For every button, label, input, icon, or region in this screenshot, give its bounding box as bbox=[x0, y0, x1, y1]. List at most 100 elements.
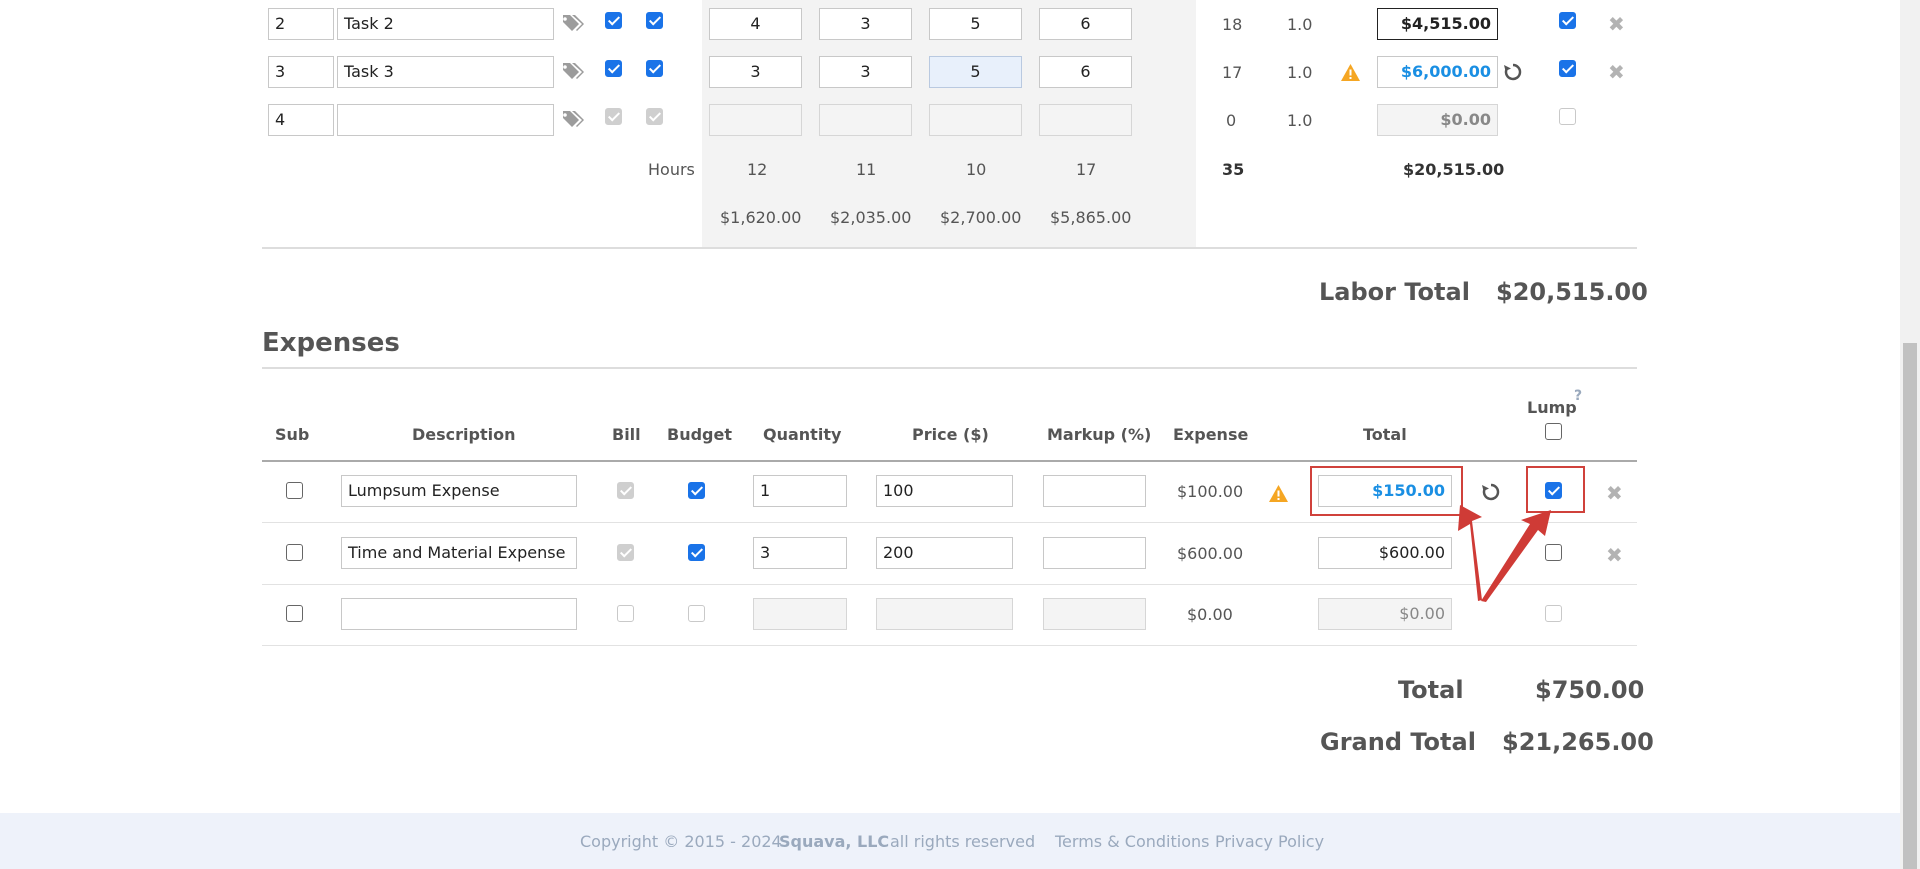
row-total-field[interactable]: $6,000.00 bbox=[1377, 56, 1498, 88]
help-icon[interactable]: ? bbox=[1574, 388, 1582, 404]
bill-checkbox bbox=[605, 108, 622, 125]
reset-icon[interactable] bbox=[1503, 62, 1523, 82]
footer-privacy-link[interactable]: Privacy Policy bbox=[1215, 832, 1324, 851]
hours-field[interactable]: 3 bbox=[819, 8, 912, 40]
labor-grand-total: $20,515.00 bbox=[1403, 160, 1505, 179]
task-number-field[interactable]: 2 bbox=[268, 8, 334, 40]
column-header-total: Total bbox=[1363, 425, 1407, 444]
scrollbar-thumb[interactable] bbox=[1903, 343, 1917, 869]
price-field[interactable] bbox=[876, 598, 1013, 630]
lump-all-checkbox[interactable] bbox=[1545, 423, 1562, 440]
expense-amount: $100.00 bbox=[1177, 482, 1244, 501]
hours-field[interactable] bbox=[929, 104, 1022, 136]
hours-field[interactable]: 3 bbox=[709, 56, 802, 88]
reset-icon[interactable] bbox=[1481, 482, 1501, 502]
row-hours: 0 bbox=[1226, 111, 1237, 130]
annotation-arrows bbox=[1458, 505, 1551, 602]
lump-checkbox[interactable] bbox=[1559, 60, 1576, 77]
expense-amount: $0.00 bbox=[1187, 605, 1233, 624]
bill-checkbox bbox=[617, 544, 634, 561]
bill-checkbox bbox=[617, 482, 634, 499]
footer-terms-link[interactable]: Terms & Conditions bbox=[1055, 832, 1209, 851]
hours-field[interactable] bbox=[709, 104, 802, 136]
bill-checkbox bbox=[617, 605, 634, 622]
hours-field[interactable] bbox=[1039, 104, 1132, 136]
row-total-field[interactable]: $0.00 bbox=[1377, 104, 1498, 136]
divider bbox=[262, 367, 1637, 369]
column-header-expense: Expense bbox=[1173, 425, 1249, 444]
row-hours: 17 bbox=[1222, 63, 1243, 82]
quantity-field[interactable]: 3 bbox=[753, 537, 847, 569]
cost-total: $2,700.00 bbox=[940, 208, 1022, 227]
lump-checkbox[interactable] bbox=[1559, 12, 1576, 29]
price-field[interactable]: 100 bbox=[876, 475, 1013, 507]
markup-field[interactable] bbox=[1043, 537, 1146, 569]
labor-total-value: $20,515.00 bbox=[1496, 278, 1648, 306]
labor-total-label: Labor Total bbox=[1319, 278, 1470, 306]
task-name-field[interactable]: Task 2 bbox=[337, 8, 554, 40]
markup-field[interactable] bbox=[1043, 475, 1146, 507]
bill-checkbox[interactable] bbox=[605, 60, 622, 77]
row-rate: 1.0 bbox=[1287, 111, 1313, 130]
footer-copyright: Copyright © 2015 - 2024 bbox=[580, 832, 782, 851]
grand-total-value: $21,265.00 bbox=[1502, 728, 1654, 756]
budget-checkbox[interactable] bbox=[646, 12, 663, 29]
expense-total-value: $750.00 bbox=[1535, 676, 1645, 704]
markup-field[interactable] bbox=[1043, 598, 1146, 630]
budget-checkbox[interactable] bbox=[688, 544, 705, 561]
footer-rights: all rights reserved bbox=[890, 832, 1036, 851]
delete-icon[interactable]: ✖ bbox=[1608, 62, 1625, 82]
warning-icon bbox=[1269, 485, 1288, 502]
expenses-heading: Expenses bbox=[262, 328, 400, 358]
task-number-field[interactable]: 4 bbox=[268, 104, 334, 136]
task-name-field[interactable]: Task 3 bbox=[337, 56, 554, 88]
sub-checkbox[interactable] bbox=[286, 605, 303, 622]
task-number-field[interactable]: 3 bbox=[268, 56, 334, 88]
hours-total: 12 bbox=[747, 160, 768, 179]
row-total-field[interactable]: $4,515.00 bbox=[1377, 8, 1498, 40]
row-rate: 1.0 bbox=[1287, 15, 1313, 34]
column-header-markup: Markup (%) bbox=[1047, 425, 1152, 444]
tags-icon[interactable] bbox=[560, 13, 586, 33]
delete-icon[interactable]: ✖ bbox=[1608, 14, 1625, 34]
description-field[interactable]: Time and Material Expense bbox=[341, 537, 577, 569]
quantity-field[interactable] bbox=[753, 598, 847, 630]
hours-total: 17 bbox=[1076, 160, 1097, 179]
sub-checkbox[interactable] bbox=[286, 482, 303, 499]
row-divider bbox=[262, 645, 1637, 646]
hours-field[interactable]: 6 bbox=[1039, 56, 1132, 88]
divider bbox=[262, 460, 1637, 462]
column-header-bill: Bill bbox=[612, 425, 641, 444]
delete-icon[interactable]: ✖ bbox=[1606, 545, 1623, 565]
tags-icon[interactable] bbox=[560, 109, 586, 129]
hours-field[interactable]: 3 bbox=[819, 56, 912, 88]
column-header-budget: Budget bbox=[667, 425, 732, 444]
hours-field[interactable]: 5 bbox=[929, 8, 1022, 40]
bill-checkbox[interactable] bbox=[605, 12, 622, 29]
divider bbox=[262, 247, 1637, 249]
delete-icon[interactable]: ✖ bbox=[1606, 483, 1623, 503]
column-header-description: Description bbox=[412, 425, 516, 444]
hours-sum: 35 bbox=[1222, 160, 1245, 179]
lump-checkbox bbox=[1559, 108, 1576, 125]
hours-field[interactable]: 6 bbox=[1039, 8, 1132, 40]
grand-total-label: Grand Total bbox=[1320, 728, 1476, 756]
task-name-field[interactable] bbox=[337, 104, 554, 136]
price-field[interactable]: 200 bbox=[876, 537, 1013, 569]
warning-icon bbox=[1341, 64, 1360, 81]
footer-company-link[interactable]: Squava, LLC bbox=[779, 832, 889, 851]
description-field[interactable]: Lumpsum Expense bbox=[341, 475, 577, 507]
hours-field[interactable] bbox=[819, 104, 912, 136]
sub-checkbox[interactable] bbox=[286, 544, 303, 561]
hours-total: 10 bbox=[966, 160, 987, 179]
tags-icon[interactable] bbox=[560, 61, 586, 81]
hours-total: 11 bbox=[856, 160, 877, 179]
quantity-field[interactable]: 1 bbox=[753, 475, 847, 507]
expense-amount: $600.00 bbox=[1177, 544, 1244, 563]
hours-field-focused[interactable]: 5 bbox=[929, 56, 1022, 88]
budget-checkbox[interactable] bbox=[688, 482, 705, 499]
budget-checkbox[interactable] bbox=[646, 60, 663, 77]
hours-field[interactable]: 4 bbox=[709, 8, 802, 40]
description-field[interactable] bbox=[341, 598, 577, 630]
cost-total: $1,620.00 bbox=[720, 208, 802, 227]
